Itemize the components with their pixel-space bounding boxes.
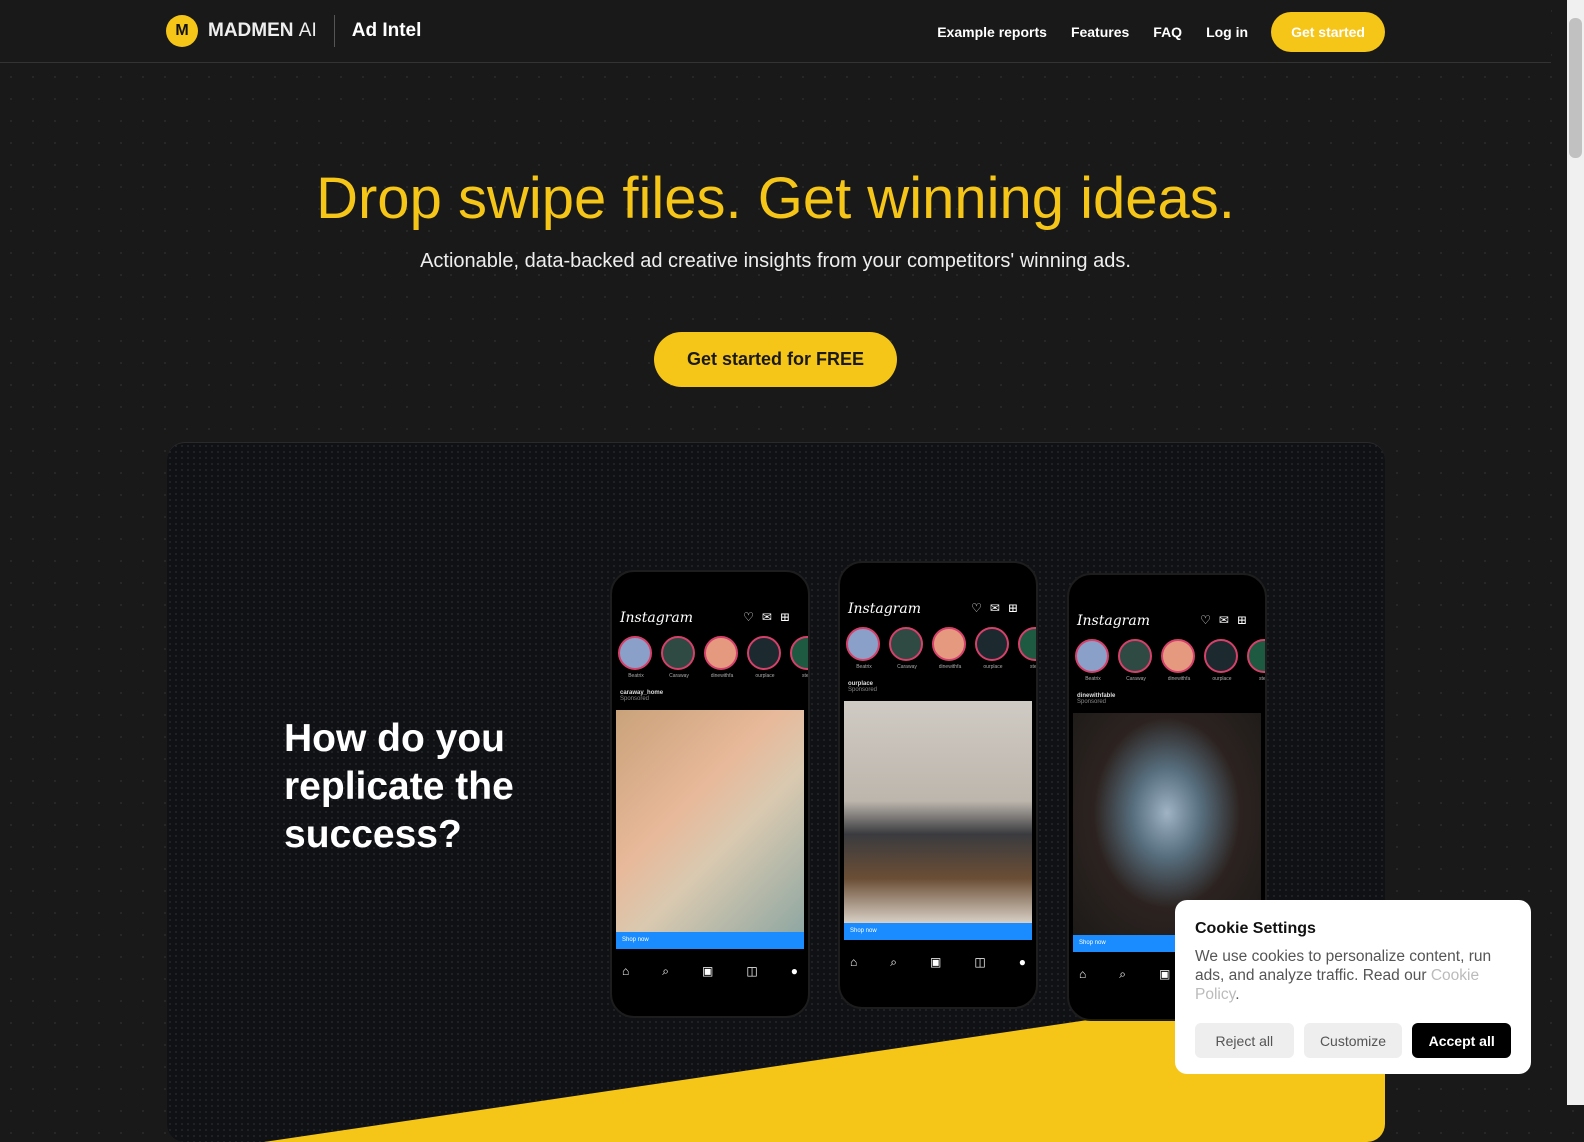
story: dinewithfa [1161, 639, 1197, 682]
nav-example-reports[interactable]: Example reports [937, 24, 1047, 40]
cookie-title: Cookie Settings [1195, 920, 1316, 937]
story: dinewithfa [932, 627, 968, 670]
feature-question: How do you replicate the success? [284, 717, 514, 856]
nav-links: Example reports Features FAQ Log in Get … [937, 12, 1385, 52]
story: Caraway [1118, 639, 1154, 682]
instagram-header-icons: ♡✉⊞ [971, 601, 1026, 615]
story-avatar [889, 627, 923, 661]
story-avatar [790, 636, 808, 670]
story: Beatrix [618, 636, 654, 679]
story-avatar [846, 627, 880, 661]
story: ourplace [1204, 639, 1240, 682]
instagram-header-icons: ♡✉⊞ [1200, 613, 1255, 627]
sponsored-label: Sponsored [848, 687, 878, 693]
story-avatar [661, 636, 695, 670]
get-started-button[interactable]: Get started [1271, 12, 1385, 52]
shop-now-bar: Shop now [844, 923, 1032, 940]
story-avatar [1018, 627, 1036, 661]
story-avatar [932, 627, 966, 661]
instagram-header-icons: ♡✉⊞ [743, 610, 798, 624]
story: dinewithfa [704, 636, 740, 679]
cookie-text: We use cookies to personalize content, r… [1195, 948, 1492, 1003]
instagram-logo: Instagram [1077, 613, 1150, 629]
story-avatar [747, 636, 781, 670]
story-avatar [975, 627, 1009, 661]
story-avatar [618, 636, 652, 670]
nav-login[interactable]: Log in [1206, 24, 1248, 40]
top-nav: M MADMEN AI Ad Intel Example reports Fea… [0, 0, 1551, 63]
tab-bar-icons: ⌂⌕▣◫● [622, 964, 798, 978]
hero-title: Drop swipe files. Get winning ideas. [316, 166, 1235, 231]
phone-mockup: Instagram ♡✉⊞ Beatrix Caraway dinewithfa our… [610, 570, 810, 1018]
story: steve [1018, 627, 1036, 670]
ad-image [844, 701, 1032, 923]
story-avatar [1075, 639, 1109, 673]
get-started-free-button[interactable]: Get started for FREE [654, 332, 897, 387]
brand-name: MADMEN [208, 20, 294, 41]
accept-all-button[interactable]: Accept all [1412, 1023, 1512, 1058]
story: Beatrix [1075, 639, 1111, 682]
story: steve [790, 636, 808, 679]
story: ourplace [747, 636, 783, 679]
story: Beatrix [846, 627, 882, 670]
instagram-logo: Instagram [848, 601, 921, 617]
story-avatar [1247, 639, 1265, 673]
tab-bar-icons: ⌂⌕▣◫● [850, 955, 1026, 969]
instagram-logo: Instagram [620, 610, 693, 626]
customize-button[interactable]: Customize [1303, 1023, 1403, 1058]
brand-suffix: AI [298, 20, 317, 41]
story-avatar [1118, 639, 1152, 673]
ad-image [616, 710, 804, 932]
sponsored-label: Sponsored [1077, 699, 1107, 705]
hero-subtitle: Actionable, data-backed ad creative insi… [420, 250, 1131, 272]
story: ourplace [975, 627, 1011, 670]
cookie-dialog: Cookie Settings We use cookies to person… [1175, 900, 1531, 1074]
nav-features[interactable]: Features [1071, 24, 1129, 40]
nav-faq[interactable]: FAQ [1153, 24, 1182, 40]
madmen-logo-icon: M [166, 15, 198, 47]
shop-now-bar: Shop now [616, 932, 804, 949]
phone-mockup: Instagram ♡✉⊞ Beatrix Caraway dinewithfa our… [838, 561, 1038, 1009]
story-avatar [1161, 639, 1195, 673]
scrollbar-thumb[interactable] [1569, 18, 1582, 158]
product-name: Ad Intel [351, 20, 422, 41]
story: Caraway [889, 627, 925, 670]
reject-all-button[interactable]: Reject all [1195, 1023, 1294, 1058]
scrollbar[interactable] [1567, 0, 1584, 1105]
story: Caraway [661, 636, 697, 679]
story-avatar [704, 636, 738, 670]
story: steve [1247, 639, 1265, 682]
logo[interactable]: M MADMEN AI Ad Intel [166, 15, 421, 47]
divider [333, 15, 335, 47]
sponsored-label: Sponsored [620, 696, 650, 702]
story-avatar [1204, 639, 1238, 673]
